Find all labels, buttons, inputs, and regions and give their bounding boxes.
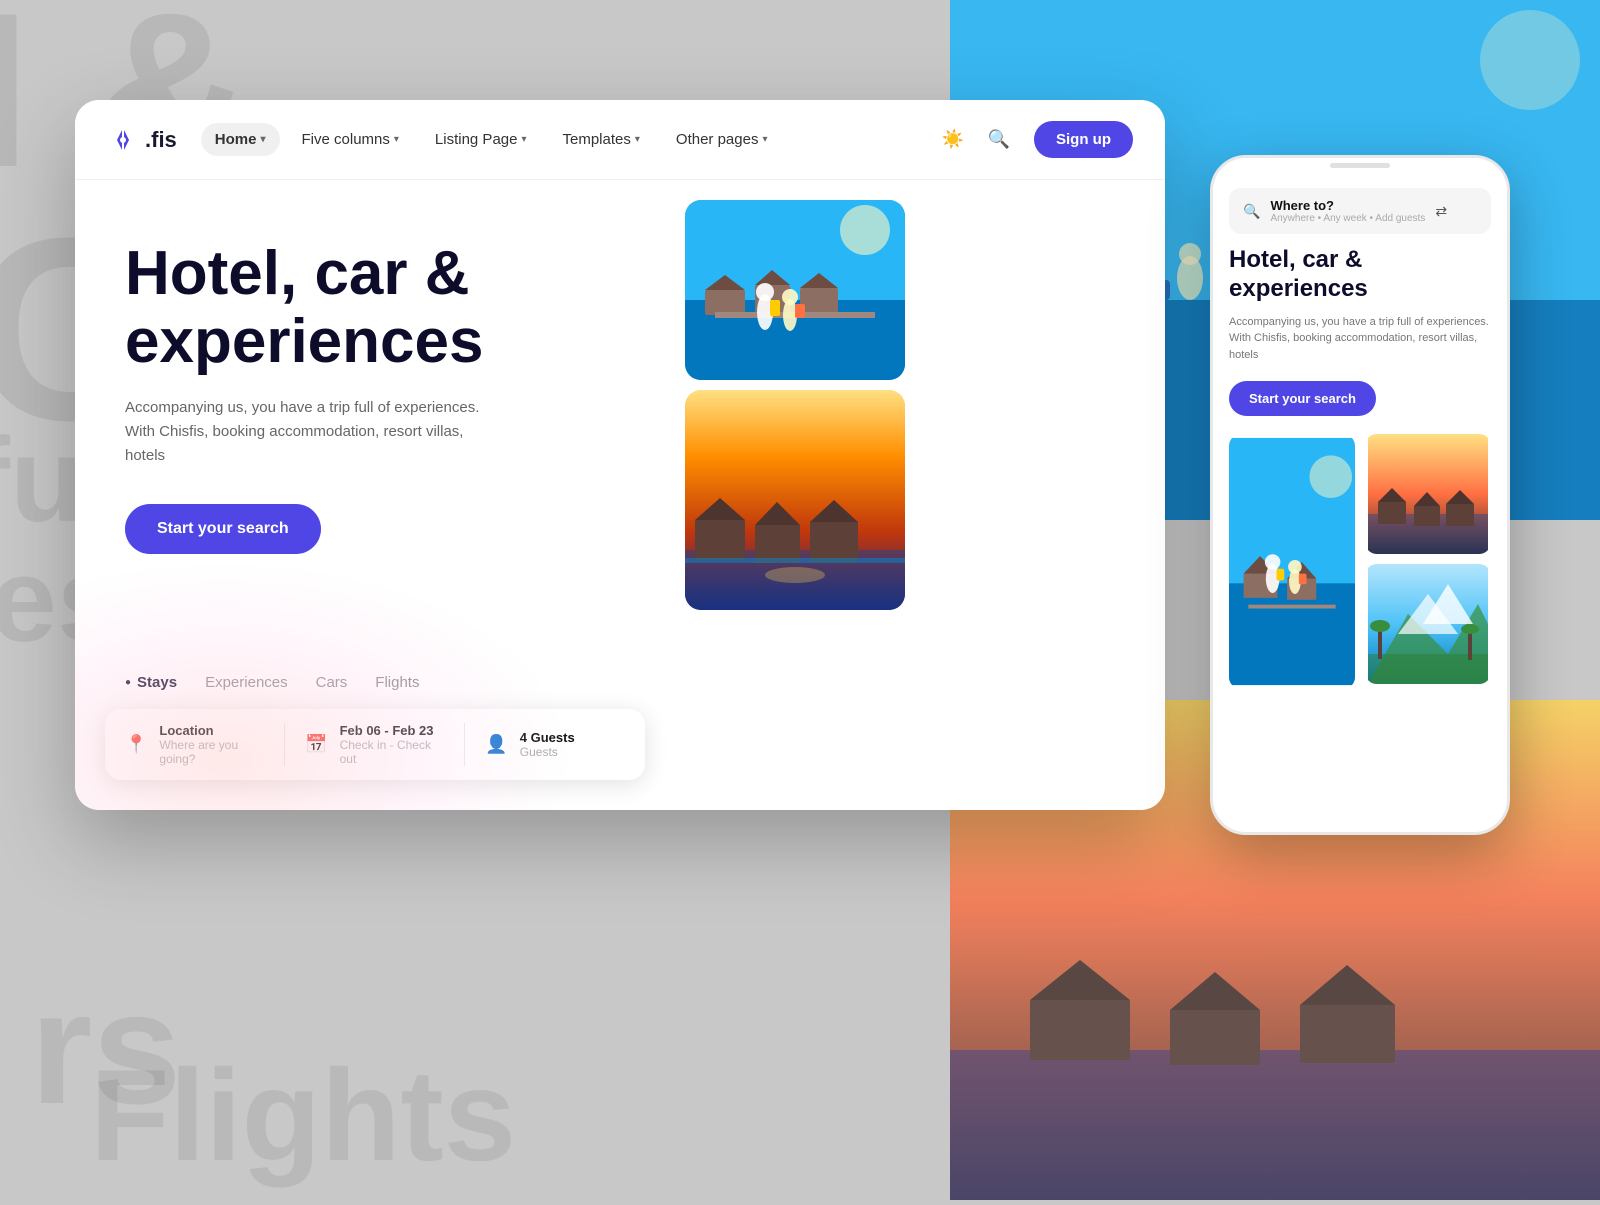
phone-search-sub: Anywhere • Any week • Add guests [1270, 213, 1425, 224]
hero-title: Hotel, car & experiences [125, 240, 625, 376]
phone-mockup: 🔍 Where to? Anywhere • Any week • Add gu… [1210, 155, 1510, 835]
hero-right [675, 180, 1166, 810]
tab-cars[interactable]: Cars [316, 674, 348, 695]
phone-search-icon: 🔍 [1243, 203, 1260, 220]
navbar: .fis Home ▾ Five columns ▾ Listing Page … [75, 100, 1165, 180]
tab-experiences[interactable]: Experiences [205, 674, 288, 695]
nav-templates[interactable]: Templates ▾ [549, 123, 654, 156]
templates-chevron: ▾ [635, 134, 640, 145]
search-divider-2 [464, 723, 465, 766]
phone-image-tall [1229, 434, 1355, 689]
search-divider-1 [284, 723, 285, 766]
location-value: Where are you going? [159, 738, 264, 766]
hero-left: Hotel, car & experiences Accompanying us… [75, 180, 675, 810]
phone-title: Hotel, car & experiences [1229, 246, 1491, 304]
guests-field[interactable]: 👤 4 Guests Guests [485, 723, 624, 766]
nav-home[interactable]: Home ▾ [201, 123, 280, 156]
phone-image-top-right [1365, 434, 1491, 554]
phone-filter-icon[interactable]: ⇄ [1435, 203, 1447, 220]
calendar-icon: 📅 [305, 734, 327, 755]
hero-tabs: Stays Experiences Cars Flights [125, 674, 625, 695]
date-sub: Check in - Check out [340, 738, 445, 766]
hero-photo-2 [685, 390, 905, 610]
logo-icon [107, 124, 139, 156]
hero-subtitle: Accompanying us, you have a trip full of… [125, 396, 505, 468]
search-icon-button[interactable]: 🔍 [980, 121, 1018, 159]
bg-decorative-text-6: Flights [90, 1040, 516, 1190]
tab-stays[interactable]: Stays [125, 674, 177, 695]
phone-search-bar[interactable]: 🔍 Where to? Anywhere • Any week • Add gu… [1229, 188, 1491, 234]
phone-header: 🔍 Where to? Anywhere • Any week • Add gu… [1213, 172, 1507, 246]
tab-flights[interactable]: Flights [375, 674, 419, 695]
search-bar: 📍 Location Where are you going? 📅 Feb 06… [105, 709, 645, 780]
five-columns-chevron: ▾ [394, 134, 399, 145]
nav-five-columns[interactable]: Five columns ▾ [288, 123, 413, 156]
date-field[interactable]: 📅 Feb 06 - Feb 23 Check in - Check out [305, 723, 444, 766]
theme-toggle-button[interactable]: ☀️ [934, 121, 972, 159]
guests-label: 4 Guests [520, 730, 575, 745]
listing-chevron: ▾ [521, 134, 526, 145]
other-pages-chevron: ▾ [762, 134, 767, 145]
phone-content: Hotel, car & experiences Accompanying us… [1213, 246, 1507, 710]
phone-cta-button[interactable]: Start your search [1229, 381, 1376, 416]
nav-listing-page[interactable]: Listing Page ▾ [421, 123, 541, 156]
phone-subtitle: Accompanying us, you have a trip full of… [1229, 314, 1491, 364]
guests-icon: 👤 [485, 734, 507, 755]
date-label: Feb 06 - Feb 23 [340, 723, 445, 738]
location-field[interactable]: 📍 Location Where are you going? [125, 723, 264, 766]
hero-cta-button[interactable]: Start your search [125, 504, 321, 554]
location-icon: 📍 [125, 734, 147, 755]
logo-text: .fis [145, 127, 177, 153]
home-chevron: ▾ [260, 134, 265, 145]
hero-section: Hotel, car & experiences Accompanying us… [75, 180, 1165, 810]
main-browser-card: .fis Home ▾ Five columns ▾ Listing Page … [75, 100, 1165, 810]
hero-photo-1 [685, 200, 905, 380]
guests-sub: Guests [520, 745, 575, 759]
logo[interactable]: .fis [107, 124, 177, 156]
signup-button[interactable]: Sign up [1034, 121, 1133, 158]
phone-image-bottom-right [1365, 564, 1491, 684]
phone-search-placeholder: Where to? [1270, 198, 1425, 213]
nav-other-pages[interactable]: Other pages ▾ [662, 123, 782, 156]
phone-image-grid [1229, 434, 1491, 694]
location-label: Location [159, 723, 264, 738]
